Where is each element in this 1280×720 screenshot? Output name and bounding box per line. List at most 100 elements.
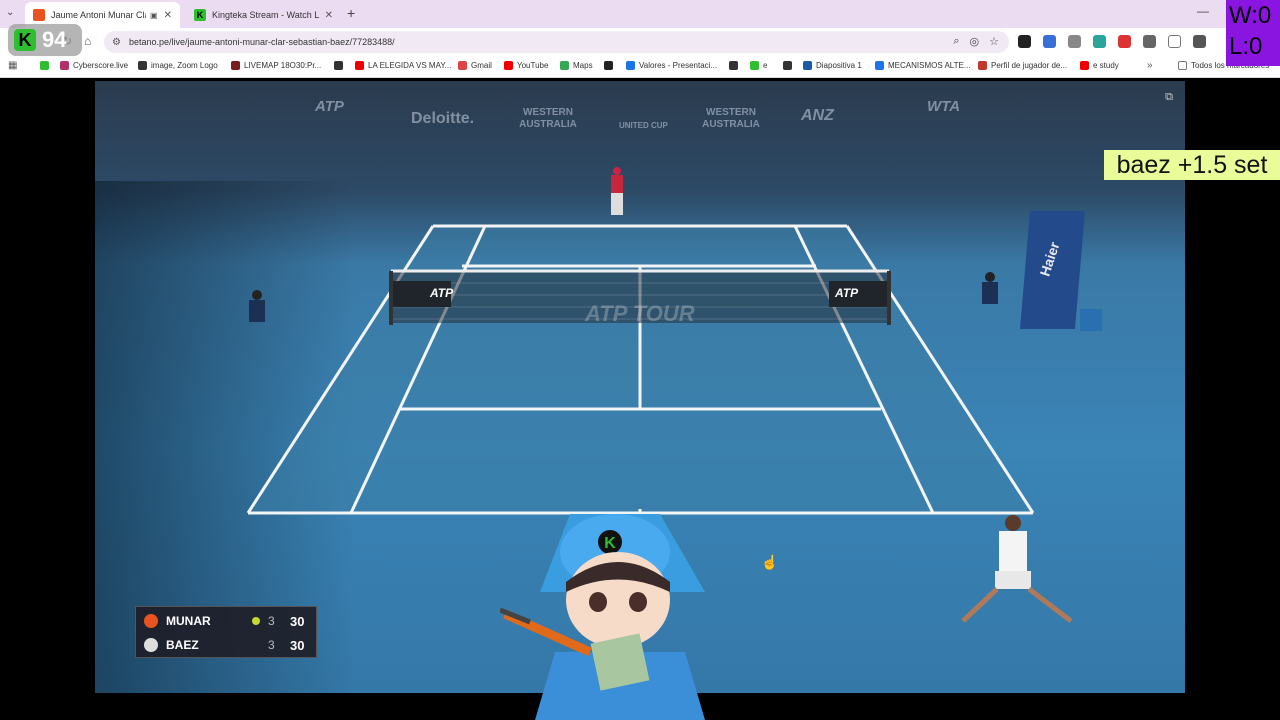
serve-indicator	[252, 617, 260, 625]
extension-icon[interactable]	[1043, 35, 1056, 48]
bookmark-item[interactable]: e	[750, 61, 767, 70]
player-points: 30	[290, 637, 305, 653]
cast-icon[interactable]: ▣	[150, 11, 158, 20]
bookmark-label: MECANISMOS ALTE...	[888, 61, 971, 70]
address-bar[interactable]: ⚙ betano.pe/live/jaume-antoni-munar-clar…	[104, 31, 1009, 53]
eye-off-icon[interactable]: ◎	[970, 35, 980, 48]
tab-search-icon[interactable]: ⌄	[6, 7, 14, 18]
bookmark-item[interactable]: image, Zoom Logo	[138, 61, 218, 70]
browser-toolbar: ↻ ⌂ ⚙ betano.pe/live/jaume-antoni-munar-…	[0, 28, 1280, 56]
player-points: 30	[290, 613, 305, 629]
extension-icon[interactable]	[1093, 35, 1106, 48]
picture-in-picture-icon[interactable]: ⧉	[1165, 91, 1173, 104]
scoreboard: MUNAR 3 30 BAEZ 3 30	[135, 606, 317, 658]
bookmark-item[interactable]: Maps	[560, 61, 593, 70]
net-banner: ATP TOUR	[585, 301, 695, 326]
extension-icon[interactable]	[1068, 35, 1081, 48]
bookmark-item[interactable]	[729, 61, 742, 70]
bookmark-icon	[604, 61, 613, 70]
bookmark-item[interactable]: MECANISMOS ALTE...	[875, 61, 971, 70]
bookmark-item[interactable]	[604, 61, 617, 70]
bookmark-label: Maps	[573, 61, 593, 70]
tab-strip: ⌄ Jaume Antoni Munar Clar - ▣ ✕ K Kingte…	[0, 0, 1280, 28]
bookmark-item[interactable]: LIVEMAP 18O30:Pr...	[231, 61, 321, 70]
bookmark-item[interactable]	[783, 61, 796, 70]
bookmark-item[interactable]: Diapositiva 1	[803, 61, 862, 70]
site-info-icon[interactable]: ⚙	[112, 37, 121, 48]
bookmark-icon	[626, 61, 635, 70]
home-icon[interactable]: ⌂	[84, 34, 91, 48]
extension-icon[interactable]	[1118, 35, 1131, 48]
bookmark-label: YouTube	[517, 61, 549, 70]
player-games: 3	[268, 638, 275, 652]
net-logo-right: ATP	[835, 286, 859, 300]
bookmark-item[interactable]	[40, 61, 53, 70]
player-flag-icon	[144, 638, 158, 652]
bookmark-icon	[60, 61, 69, 70]
bookmark-label: e	[763, 61, 768, 70]
youtube-icon	[504, 61, 513, 70]
net-logo-left: ATP	[430, 286, 454, 300]
extension-icon[interactable]	[1018, 35, 1031, 48]
extensions-row	[1018, 35, 1206, 48]
bookmark-item[interactable]: Gmail	[458, 61, 492, 70]
losses-label: L:0	[1229, 33, 1263, 60]
bookmark-icon	[875, 61, 884, 70]
tab-title: Jaume Antoni Munar Clar -	[51, 10, 146, 20]
more-bookmarks-icon[interactable]: »	[1147, 60, 1153, 71]
bookmark-item[interactable]: e study	[1080, 61, 1119, 70]
bookmark-icon	[40, 61, 49, 70]
zoom-icon[interactable]: ⌕	[953, 35, 959, 48]
address-bar-actions: ⌕ ◎ ☆	[953, 35, 999, 48]
minimize-icon[interactable]: —	[1197, 4, 1209, 18]
globe-icon	[783, 61, 792, 70]
bookmark-item[interactable]: Perfil de jugador de...	[978, 61, 1067, 70]
bookmark-star-icon[interactable]	[1168, 35, 1181, 48]
svg-text:K: K	[604, 535, 616, 552]
bookmarks-bar: ▦ Cyberscore.live image, Zoom Logo LIVEM…	[0, 56, 1280, 78]
bookmark-label: e study	[1093, 61, 1119, 70]
tab-kingteka[interactable]: K Kingteka Stream - Watch Live o ✕	[186, 2, 341, 28]
bookmark-icon	[978, 61, 987, 70]
globe-icon	[138, 61, 147, 70]
near-player	[961, 515, 1073, 623]
bookmark-icon	[750, 61, 759, 70]
folder-icon	[1178, 61, 1187, 70]
player-games: 3	[268, 614, 275, 628]
close-icon[interactable]: ✕	[325, 10, 333, 21]
bookmark-label: image, Zoom Logo	[151, 61, 218, 70]
bookmark-icon	[803, 61, 812, 70]
apps-grid-icon[interactable]: ▦	[8, 60, 17, 71]
tab-title: Kingteka Stream - Watch Live o	[212, 10, 319, 20]
stream-screen: ⌄ Jaume Antoni Munar Clar - ▣ ✕ K Kingte…	[0, 0, 1280, 720]
youtube-icon	[355, 61, 364, 70]
globe-icon	[334, 61, 343, 70]
youtube-icon	[1080, 61, 1089, 70]
bookmark-item[interactable]: YouTube	[504, 61, 548, 70]
bookmark-icon	[231, 61, 240, 70]
puzzle-icon[interactable]	[1143, 35, 1156, 48]
streamer-avatar: K	[500, 514, 705, 720]
bookmark-item[interactable]: LA ELEGIDA VS MAY...	[355, 61, 451, 70]
star-icon[interactable]: ☆	[989, 35, 999, 48]
win-loss-counter: W:0 L:0	[1226, 0, 1280, 66]
bookmark-item[interactable]: Valores - Presentaci...	[626, 61, 717, 70]
kick-logo-icon: K	[14, 29, 36, 51]
viewer-count-badge: K 94	[8, 24, 82, 56]
bet-label: baez +1.5 set	[1104, 150, 1280, 180]
ball-kid-right	[982, 272, 998, 304]
kick-icon: K	[194, 9, 206, 21]
new-tab-button[interactable]: +	[347, 5, 355, 21]
bookmark-label: Diapositiva 1	[816, 61, 862, 70]
bookmark-label: Cyberscore.live	[73, 61, 129, 70]
ball-kid-left	[249, 290, 265, 322]
bookmark-label: Gmail	[471, 61, 492, 70]
menu-icon[interactable]	[1193, 35, 1206, 48]
url-text: betano.pe/live/jaume-antoni-munar-clar-s…	[128, 37, 395, 47]
serve-indicator	[252, 641, 260, 649]
mouse-cursor-icon: ☝	[761, 554, 779, 570]
close-icon[interactable]: ✕	[164, 10, 172, 21]
bookmark-item[interactable]: Cyberscore.live	[60, 61, 128, 70]
globe-icon	[729, 61, 738, 70]
bookmark-item[interactable]	[334, 61, 347, 70]
